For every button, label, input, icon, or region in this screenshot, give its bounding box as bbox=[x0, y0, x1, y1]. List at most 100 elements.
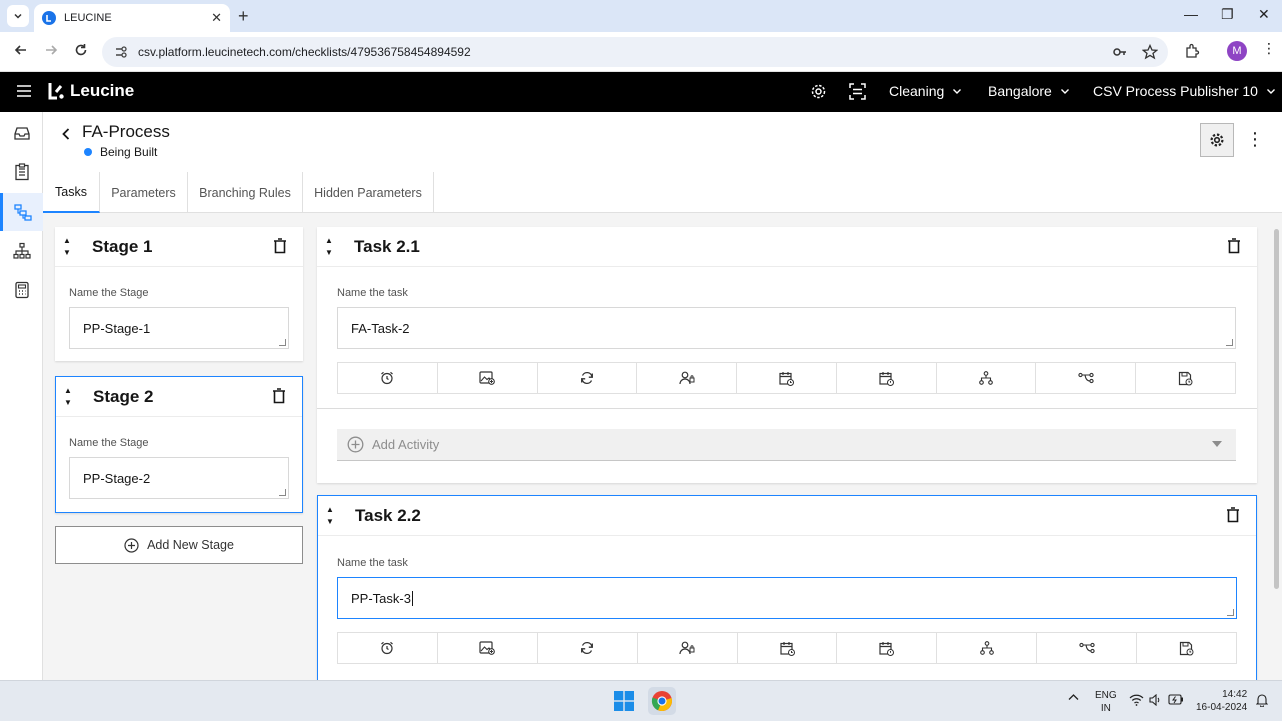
new-tab-icon[interactable]: + bbox=[238, 6, 249, 27]
branching-icon bbox=[979, 371, 993, 385]
leucine-logo[interactable]: Leucine bbox=[46, 81, 134, 101]
recurrence-button[interactable] bbox=[538, 633, 638, 663]
timer-button[interactable] bbox=[338, 363, 438, 393]
reorder-arrows-icon[interactable]: ▲ ▼ bbox=[64, 385, 72, 409]
assignee-button[interactable] bbox=[638, 633, 738, 663]
resize-handle-icon[interactable] bbox=[1226, 339, 1233, 346]
tab-tasks[interactable]: Tasks bbox=[43, 172, 100, 213]
interlock-button[interactable] bbox=[1036, 363, 1137, 393]
process-settings-button[interactable] bbox=[1200, 123, 1234, 157]
save-settings-button[interactable] bbox=[1136, 363, 1235, 393]
back-chevron-icon[interactable] bbox=[61, 124, 71, 141]
address-bar[interactable]: csv.platform.leucinetech.com/checklists/… bbox=[102, 37, 1168, 67]
wifi-icon[interactable] bbox=[1129, 694, 1144, 706]
bookmark-star-icon[interactable] bbox=[1142, 44, 1158, 60]
browser-menu-icon[interactable]: ⋮ bbox=[1262, 40, 1276, 57]
trash-icon[interactable] bbox=[1226, 507, 1240, 523]
branching-button[interactable] bbox=[937, 363, 1037, 393]
tab-close-icon[interactable]: ✕ bbox=[211, 10, 222, 26]
tab-branching-rules[interactable]: Branching Rules bbox=[188, 172, 303, 213]
chrome-taskbar-icon[interactable] bbox=[648, 687, 676, 715]
task-card[interactable]: ▲ ▼ Task 2.1 Name the task FA-Task-2 Add … bbox=[317, 227, 1257, 483]
reload-icon[interactable] bbox=[74, 43, 88, 57]
branching-icon bbox=[979, 641, 994, 655]
extensions-icon[interactable] bbox=[1184, 43, 1200, 59]
stage-name-label: Name the Stage bbox=[69, 437, 149, 449]
restore-icon[interactable]: ❐ bbox=[1221, 6, 1234, 23]
branching-button[interactable] bbox=[937, 633, 1038, 663]
media-button[interactable] bbox=[438, 363, 538, 393]
tray-overflow-icon[interactable] bbox=[1068, 693, 1079, 701]
stage-name-label: Name the Stage bbox=[69, 287, 149, 299]
resize-handle-icon[interactable] bbox=[279, 489, 286, 496]
resize-handle-icon[interactable] bbox=[279, 339, 286, 346]
more-options-icon[interactable]: ⋮ bbox=[1246, 130, 1264, 148]
scrollbar-thumb[interactable] bbox=[1274, 229, 1279, 589]
facility-dropdown[interactable]: Cleaning bbox=[889, 83, 962, 99]
trash-icon[interactable] bbox=[1227, 238, 1241, 254]
page-header: FA-Process Being Built ⋮ bbox=[43, 112, 1282, 172]
schedule-button[interactable] bbox=[738, 633, 838, 663]
profile-avatar[interactable]: M bbox=[1227, 41, 1247, 61]
due-date-button[interactable] bbox=[837, 363, 937, 393]
due-date-button[interactable] bbox=[837, 633, 938, 663]
add-activity-dropdown[interactable]: Add Activity bbox=[337, 429, 1236, 461]
assignee-icon bbox=[679, 371, 695, 385]
tab-hidden-parameters[interactable]: Hidden Parameters bbox=[303, 172, 434, 213]
stage-name-input[interactable]: PP-Stage-1 bbox=[69, 307, 289, 349]
notification-bell-icon[interactable] bbox=[1256, 693, 1268, 707]
save-icon bbox=[1179, 371, 1193, 385]
nav-reports[interactable] bbox=[0, 271, 43, 309]
task-name-value: PP-Task-3 bbox=[351, 591, 411, 606]
hamburger-menu-icon[interactable] bbox=[16, 84, 32, 98]
trash-icon[interactable] bbox=[273, 238, 287, 254]
add-new-stage-button[interactable]: Add New Stage bbox=[55, 526, 303, 564]
task-name-input[interactable]: PP-Task-3 bbox=[337, 577, 1237, 619]
media-icon bbox=[479, 641, 496, 655]
trash-icon[interactable] bbox=[272, 388, 286, 404]
status-badge: Being Built bbox=[84, 145, 157, 159]
battery-icon[interactable] bbox=[1168, 694, 1184, 705]
reorder-arrows-icon[interactable]: ▲ ▼ bbox=[326, 504, 334, 528]
nav-process-flow[interactable] bbox=[0, 193, 43, 231]
save-settings-button[interactable] bbox=[1137, 633, 1236, 663]
tab-search-button[interactable] bbox=[7, 5, 29, 27]
location-dropdown[interactable]: Bangalore bbox=[988, 83, 1070, 99]
stage-card[interactable]: ▲ ▼ Stage 2 Name the Stage PP-Stage-2 bbox=[55, 376, 303, 513]
nav-hierarchy[interactable] bbox=[0, 232, 43, 270]
schedule-button[interactable] bbox=[737, 363, 837, 393]
recurrence-button[interactable] bbox=[538, 363, 638, 393]
minimize-icon[interactable]: — bbox=[1184, 6, 1198, 22]
password-key-icon[interactable] bbox=[1112, 44, 1128, 60]
windows-start-icon[interactable] bbox=[614, 691, 634, 711]
language-indicator[interactable]: ENG IN bbox=[1095, 689, 1117, 715]
timer-button[interactable] bbox=[338, 633, 438, 663]
content-scrollbar[interactable] bbox=[1270, 213, 1282, 680]
user-dropdown[interactable]: CSV Process Publisher 10 bbox=[1093, 83, 1276, 99]
assignee-button[interactable] bbox=[637, 363, 738, 393]
forward-arrow-icon[interactable] bbox=[44, 43, 58, 57]
window-close-icon[interactable]: ✕ bbox=[1258, 6, 1270, 23]
stage-card-header: ▲ ▼ Stage 1 bbox=[55, 227, 303, 267]
resize-handle-icon[interactable] bbox=[1227, 609, 1234, 616]
reorder-arrows-icon[interactable]: ▲ ▼ bbox=[63, 235, 71, 259]
media-button[interactable] bbox=[438, 633, 538, 663]
gear-icon[interactable] bbox=[810, 83, 827, 100]
task-name-input[interactable]: FA-Task-2 bbox=[337, 307, 1236, 349]
stage-name-input[interactable]: PP-Stage-2 bbox=[69, 457, 289, 499]
back-arrow-icon[interactable] bbox=[14, 43, 28, 57]
browser-tab[interactable]: LEUCINE ✕ bbox=[34, 4, 230, 32]
task-editor-area: ▲ ▼ Stage 1 Name the Stage PP-Stage-1 ▲ ▼ … bbox=[43, 213, 1270, 695]
task-card[interactable]: ▲ ▼ Task 2.2 Name the task PP-Task-3 bbox=[317, 495, 1257, 695]
scan-icon[interactable] bbox=[849, 83, 866, 100]
nav-checklists[interactable] bbox=[0, 153, 43, 191]
interlock-button[interactable] bbox=[1037, 633, 1138, 663]
nav-inbox[interactable] bbox=[0, 114, 43, 152]
url-text: csv.platform.leucinetech.com/checklists/… bbox=[138, 45, 471, 59]
tab-parameters[interactable]: Parameters bbox=[100, 172, 188, 213]
volume-icon[interactable] bbox=[1149, 694, 1163, 706]
reorder-arrows-icon[interactable]: ▲ ▼ bbox=[325, 235, 333, 259]
system-clock[interactable]: 14:42 16-04-2024 bbox=[1196, 688, 1247, 714]
chevron-down-icon bbox=[953, 89, 962, 94]
stage-card[interactable]: ▲ ▼ Stage 1 Name the Stage PP-Stage-1 bbox=[55, 227, 303, 361]
